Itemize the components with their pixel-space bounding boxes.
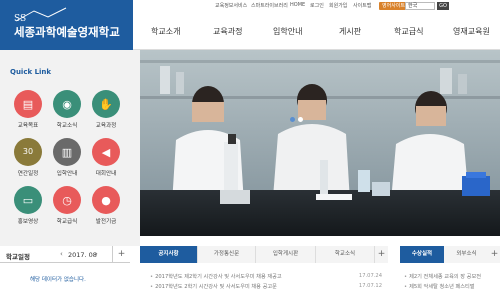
quick-link-label: 교육과정 [95,123,117,129]
megaphone-icon: ◀ [92,138,120,166]
quick-link-meal[interactable]: ◷ 학교급식 [47,186,87,230]
chevron-left-icon[interactable]: ‹ [60,250,63,258]
logo-mark-icon: SS [14,7,67,24]
util-link-login[interactable]: 로그인 [310,2,324,9]
quick-link-admission[interactable]: ▥ 입학안내 [47,138,87,182]
side-news-title: 제5회 악세탈 청소년 페스티벌 [409,284,475,290]
logo[interactable]: SS 세종과학예술영재학교 [0,0,133,50]
hero-slideshow[interactable] [140,50,500,236]
news-title: 2017학년도 제2학기 시간강사 및 사서도우미 채용 재공고 [155,274,282,280]
calendar-icon: 30 [14,138,42,166]
bottom-section: 학교일정 ‹ 2017. 08 › + 해당 데이터가 없습니다. 공지사항 가… [0,246,500,296]
util-link-sitemap[interactable]: 사이트맵 [353,2,371,9]
nav-item-gifted-center[interactable]: 영재교육원 [453,26,490,37]
side-news-row[interactable]: • 제5회 악세탈 청소년 페스티벌 [404,283,500,291]
quick-link-label: 입학안내 [56,171,78,177]
slide-indicator [290,117,310,123]
side-news-row[interactable]: • 제2기 전체세종 교육의 장 공모전 [404,273,500,281]
news-more-button[interactable]: + [375,246,388,263]
nav-item-admission[interactable]: 입학안내 [273,26,302,37]
news-title: 2017학년도 2학기 시간강사 및 사서도우미 채용 공고문 [155,284,277,290]
util-link-library[interactable]: 스마트라이브러리 [251,2,288,9]
news-tabs: 공지사항 가정통신문 입학게시판 학교소식 [140,246,388,263]
english-site-button[interactable]: 영어사이트 [379,2,409,10]
school-name: 세종과학예술영재학교 [14,25,120,39]
nav-item-about[interactable]: 학교소개 [151,26,180,37]
hero-photo [140,50,500,236]
util-link-join[interactable]: 회원가입 [329,2,347,9]
news-date: 17.07.12 [358,283,382,289]
language-select[interactable]: 한국 [405,2,435,10]
chevron-right-icon[interactable]: › [95,250,98,258]
megaphone-icon: ◉ [53,90,81,118]
quick-link-label: 연간일정 [17,171,39,177]
monitor-icon: ▭ [14,186,42,214]
news-row[interactable]: • 2017학년도 2학기 시간강사 및 사서도우미 채용 공고문 17.07.1… [150,283,382,291]
quick-link-label: 학교소식 [56,123,78,129]
go-button[interactable]: GO [437,2,449,10]
quick-link-fund[interactable]: ● 발전기금 [86,186,126,230]
quick-link-label: 발전기금 [95,219,117,225]
util-link-edu[interactable]: 교육정보서비스 [215,2,247,9]
side-news-title: 제2기 전체세종 교육의 장 공모전 [409,274,482,280]
quick-link-video[interactable]: ▭ 홍보영상 [8,186,48,230]
tab-awards[interactable]: 수상실적 [400,246,444,263]
tab-admission-board[interactable]: 입학게시판 [256,246,316,263]
tab-school-news[interactable]: 학교소식 [316,246,375,263]
quick-link-panel: Quick Link ▤ 교육목표 ◉ 학교소식 ✋ 교육과정 30 연간일정 … [0,50,140,246]
news-row[interactable]: • 2017학년도 제2학기 시간강사 및 사서도우미 채용 재공고 17.07.… [150,273,382,281]
calendar-more-button[interactable]: + [112,246,130,263]
main-nav: 학교소개 교육과정 입학안내 게시판 학교급식 영재교육원 [133,13,500,50]
side-news-more-button[interactable]: + [489,246,500,263]
quick-link-label: 대회안내 [95,171,117,177]
clock-icon: ◷ [53,186,81,214]
news-date: 17.07.24 [358,273,382,279]
logo-letters: SS [14,14,26,24]
tab-external-news[interactable]: 외부소식 [444,246,489,263]
slide-dot[interactable] [298,117,303,122]
book-icon: ▥ [53,138,81,166]
document-icon: ▤ [14,90,42,118]
nav-item-curriculum[interactable]: 교육과정 [213,26,242,37]
calendar-month: 2017. 08 [68,251,97,259]
tab-newsletter[interactable]: 가정통신문 [198,246,256,263]
piggy-icon: ● [92,186,120,214]
calendar-header: 학교일정 ‹ 2017. 08 › + [0,246,130,263]
nav-item-meal[interactable]: 학교급식 [394,26,423,37]
calendar-empty-message: 해당 데이터가 없습니다. [30,277,86,283]
hand-icon: ✋ [92,90,120,118]
quick-link-news[interactable]: ◉ 학교소식 [47,90,87,134]
slide-dot-active[interactable] [290,117,295,122]
quick-link-curriculum[interactable]: ✋ 교육과정 [86,90,126,134]
quick-link-label: 학교급식 [56,219,78,225]
quick-link-schedule[interactable]: 30 연간일정 [8,138,48,182]
quick-link-contest[interactable]: ◀ 대회안내 [86,138,126,182]
nav-item-board[interactable]: 게시판 [339,26,361,37]
quick-link-label: 홍보영상 [17,219,39,225]
side-news-tabs: 수상실적 외부소식 [400,246,500,263]
tab-notice[interactable]: 공지사항 [140,246,198,263]
util-link-home[interactable]: HOME [290,2,305,8]
quick-link-goals[interactable]: ▤ 교육목표 [8,90,48,134]
quick-link-title: Quick Link [10,68,52,76]
utility-bar: 교육정보서비스 스마트라이브러리 HOME 로그인 회원가입 사이트맵 영어사이… [133,0,500,13]
calendar-title: 학교일정 [6,253,30,261]
quick-link-label: 교육목표 [17,123,39,129]
